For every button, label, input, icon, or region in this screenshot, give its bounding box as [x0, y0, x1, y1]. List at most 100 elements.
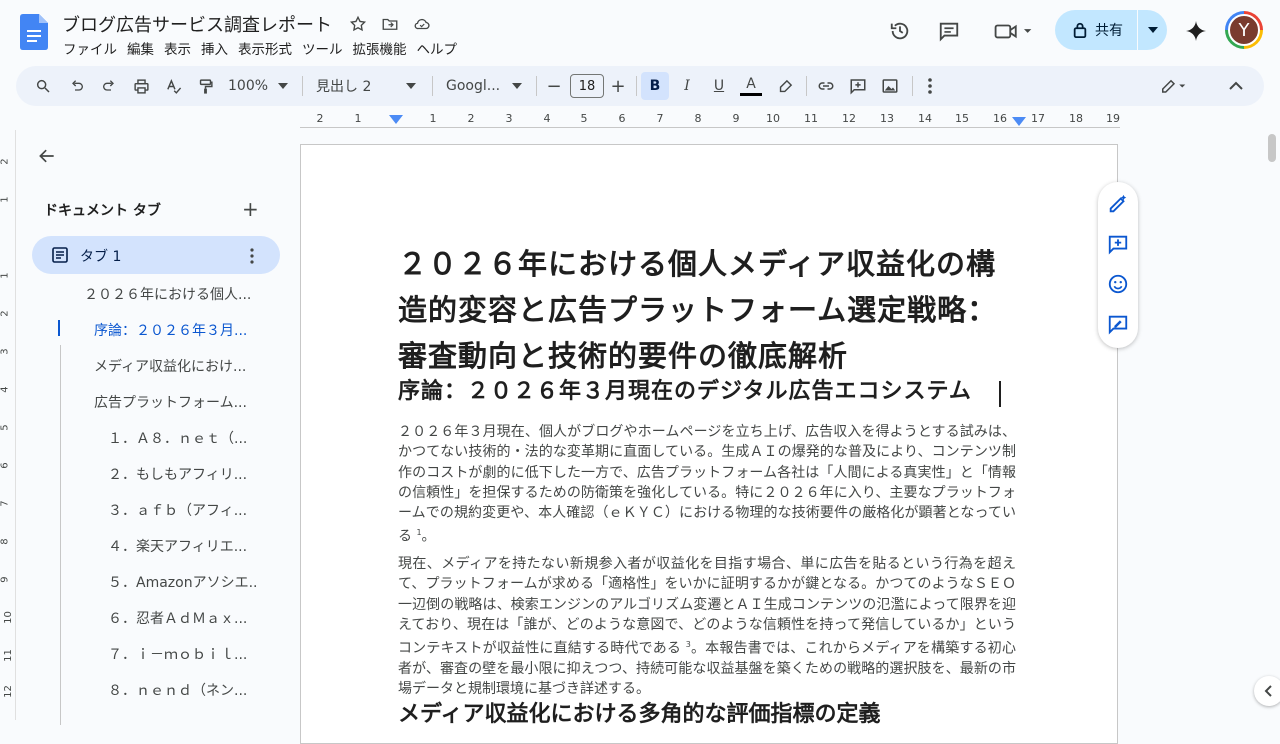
document-paragraph-1[interactable]: ２０２６年３月現在、個人がブログやホームページを立ち上げ、広告収入を得ようとする… — [398, 422, 1016, 547]
font-size-input[interactable]: 18 — [570, 74, 604, 98]
vruler-number: 6 — [0, 462, 11, 469]
text-color-button[interactable]: A — [737, 72, 765, 100]
outline-item[interactable]: ７．ｉ－ｍｏｂｉｌ... — [108, 644, 258, 664]
highlight-color-icon[interactable] — [771, 72, 799, 100]
menu-extensions[interactable]: 拡張機能 — [348, 38, 412, 58]
menu-tools[interactable]: ツール — [297, 38, 348, 58]
insert-link-icon[interactable] — [812, 72, 840, 100]
add-comment-icon[interactable] — [1106, 232, 1130, 256]
move-folder-icon[interactable] — [380, 14, 400, 34]
editing-mode-icon[interactable] — [1154, 72, 1194, 100]
zoom-select[interactable]: 100% — [224, 72, 292, 100]
ruler-number: 15 — [955, 112, 969, 125]
text-color-swatch — [740, 93, 762, 96]
document-heading-1[interactable]: ２０２６年における個人メディア収益化の構造的変容と広告プラットフォーム選定戦略：… — [398, 241, 1018, 379]
share-dropdown-icon[interactable] — [1138, 27, 1167, 33]
vruler-number: 12 — [2, 685, 14, 698]
outline-item-active[interactable]: 序論：２０２６年３月... — [94, 320, 264, 340]
ruler-number: 10 — [766, 112, 780, 125]
outline-item[interactable]: 広告プラットフォーム... — [94, 392, 264, 412]
chevron-down-icon — [512, 83, 522, 89]
suggest-edits-icon[interactable] — [1106, 312, 1130, 336]
style-select[interactable]: 見出し 2 — [312, 72, 420, 100]
document-paragraph-2[interactable]: 現在、メディアを持たない新規参入者が収益化を目指す場合、単に広告を貼るという行為… — [398, 554, 1016, 700]
star-icon[interactable] — [348, 14, 368, 34]
search-menus-icon[interactable] — [30, 72, 56, 100]
outline-item[interactable]: ５．Amazonアソシエ... — [108, 572, 258, 592]
increase-font-size-button[interactable]: + — [608, 72, 628, 100]
menu-help[interactable]: ヘルプ — [412, 38, 463, 58]
emoji-reaction-icon[interactable] — [1106, 272, 1130, 296]
document-heading-2[interactable]: 序論：２０２６年３月現在のデジタル広告エコシステム — [398, 377, 1018, 407]
print-icon[interactable] — [128, 72, 154, 100]
add-comment-icon[interactable] — [844, 72, 872, 100]
document-page[interactable]: ２０２６年における個人メディア収益化の構造的変容と広告プラットフォーム選定戦略：… — [300, 144, 1118, 744]
account-avatar[interactable]: Y — [1225, 11, 1263, 49]
document-heading-2-next[interactable]: メディア収益化における多角的な評価指標の定義 — [398, 700, 1018, 730]
horizontal-ruler[interactable]: 2 1 1 2 3 4 5 6 7 8 9 10 11 12 13 14 15 … — [300, 110, 1120, 130]
ruler-number: 12 — [842, 112, 856, 125]
ruler-number: 5 — [580, 112, 588, 125]
sidebar-tab-1[interactable]: タブ 1 — [32, 236, 280, 274]
share-main[interactable]: 共有 — [1055, 10, 1137, 50]
outline-item[interactable]: メディア収益化におけ... — [94, 356, 264, 376]
decrease-font-size-button[interactable]: − — [544, 72, 564, 100]
menu-format[interactable]: 表示形式 — [233, 38, 297, 58]
outline-item[interactable]: ２０２６年における個人... — [84, 284, 254, 304]
italic-button[interactable]: I — [673, 72, 701, 100]
vruler-number: 3 — [0, 348, 11, 355]
docs-logo-icon[interactable] — [20, 14, 48, 50]
help-me-write-icon[interactable] — [1106, 192, 1130, 216]
version-history-icon[interactable] — [886, 17, 914, 45]
vruler-number: 8 — [0, 538, 11, 545]
spellcheck-icon[interactable] — [160, 72, 186, 100]
right-indent-marker-icon[interactable] — [1012, 117, 1026, 127]
bold-button[interactable]: B — [641, 72, 669, 100]
outline-item[interactable]: ６．忍者ＡｄＭａｘ... — [108, 608, 258, 628]
vruler-number: 4 — [0, 386, 11, 393]
vruler-number: 11 — [2, 649, 14, 662]
menu-edit[interactable]: 編集 — [122, 38, 159, 58]
vertical-scrollbar[interactable] — [1268, 134, 1276, 162]
vruler-number: 10 — [2, 611, 14, 624]
tab-more-options-icon[interactable] — [250, 246, 254, 266]
menu-view[interactable]: 表示 — [159, 38, 196, 58]
comments-icon[interactable] — [935, 17, 963, 45]
ruler-number: 9 — [732, 112, 740, 125]
more-options-icon[interactable] — [918, 72, 942, 100]
font-select[interactable]: Googl... — [442, 72, 526, 100]
menu-file[interactable]: ファイル — [58, 38, 122, 58]
share-button[interactable]: 共有 — [1055, 10, 1167, 50]
outline-item[interactable]: ３．ａｆｂ（アフィ... — [108, 500, 258, 520]
outline-item[interactable]: ８．ｎｅｎｄ（ネン... — [108, 680, 258, 700]
underline-button[interactable]: U — [705, 72, 733, 100]
paint-format-icon[interactable] — [192, 72, 218, 100]
outline-item[interactable]: １．Ａ８．ｎｅｔ（... — [108, 428, 258, 448]
document-title[interactable]: ブログ広告サービス調査レポート — [62, 11, 332, 37]
ruler-number: 17 — [1031, 112, 1045, 125]
left-indent-marker-icon[interactable] — [389, 115, 403, 125]
collapse-side-panel-icon[interactable] — [1254, 676, 1280, 706]
formatting-toolbar: 100% 見出し 2 Googl... − 18 + B I U A — [16, 66, 1264, 106]
vruler-number: 2 — [0, 158, 11, 165]
add-tab-button[interactable]: + — [242, 197, 259, 221]
ruler-number: 18 — [1069, 112, 1083, 125]
insert-image-icon[interactable] — [876, 72, 904, 100]
meet-video-icon[interactable] — [990, 17, 1036, 45]
undo-icon[interactable] — [64, 72, 90, 100]
avatar-letter: Y — [1228, 14, 1260, 46]
back-arrow-icon[interactable] — [36, 146, 62, 168]
redo-icon[interactable] — [96, 72, 122, 100]
cloud-saved-icon[interactable] — [412, 14, 432, 34]
vertical-ruler[interactable]: 2 1 1 2 3 4 5 6 7 8 9 10 11 12 — [0, 130, 16, 720]
menu-insert[interactable]: 挿入 — [196, 38, 233, 58]
side-floating-toolbar — [1098, 182, 1138, 348]
ruler-number: 19 — [1106, 112, 1120, 125]
outline-item[interactable]: ４．楽天アフィリエ... — [108, 536, 258, 556]
vruler-number: 5 — [0, 424, 11, 431]
hide-menus-icon[interactable] — [1222, 72, 1250, 100]
gemini-sparkle-icon[interactable] — [1182, 17, 1210, 45]
vruler-number: 9 — [0, 576, 11, 583]
app-header: ブログ広告サービス調査レポート ファイル 編集 表示 挿入 表示形式 ツール 拡… — [0, 0, 1280, 64]
outline-item[interactable]: ２．もしもアフィリ... — [108, 464, 258, 484]
